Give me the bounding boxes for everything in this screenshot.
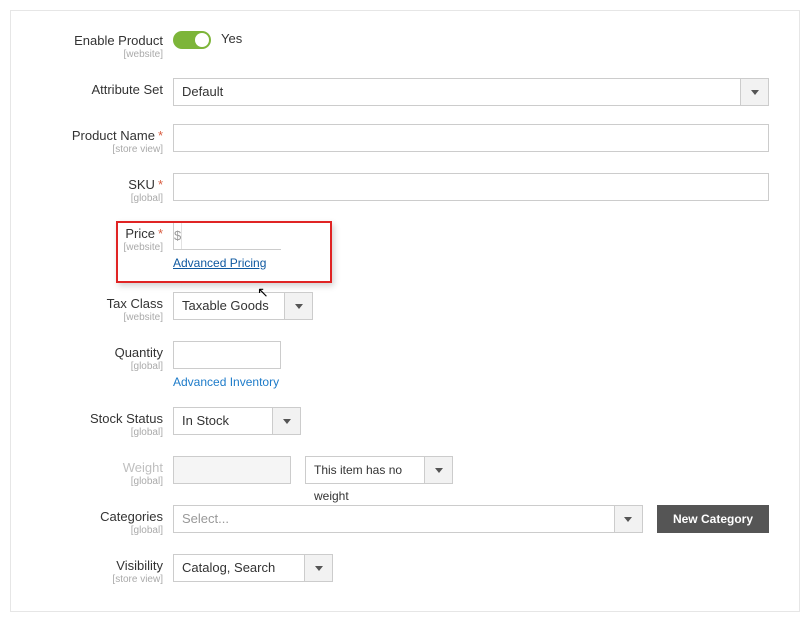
price-field[interactable] [182,223,362,249]
tax-class-dropdown-button[interactable] [284,293,312,319]
tax-class-select[interactable]: Taxable Goods [173,292,313,320]
price-label: Price [125,226,155,241]
tax-class-value: Taxable Goods [174,293,284,319]
categories-select[interactable]: Select... [173,505,643,533]
stock-status-label: Stock Status [41,411,163,426]
chevron-down-icon [295,304,303,309]
new-category-button[interactable]: New Category [657,505,769,533]
price-input[interactable]: $ [173,222,281,250]
attribute-set-dropdown-button[interactable] [740,79,768,105]
weight-option-dropdown-button[interactable] [424,457,452,483]
sku-label: SKU [128,177,155,192]
categories-scope: [global] [41,525,163,536]
quantity-scope: [global] [41,361,163,372]
price-scope: [website] [41,242,163,253]
tax-class-scope: [website] [41,312,163,323]
sku-input[interactable] [173,173,769,201]
attribute-set-value: Default [174,79,740,105]
advanced-pricing-link[interactable]: Advanced Pricing [173,256,769,270]
categories-placeholder: Select... [174,506,614,532]
visibility-label: Visibility [41,558,163,573]
categories-dropdown-button[interactable] [614,506,642,532]
chevron-down-icon [283,419,291,424]
visibility-value: Catalog, Search [174,555,304,581]
weight-option-value: This item has no weight [306,457,424,483]
attribute-set-select[interactable]: Default [173,78,769,106]
stock-status-scope: [global] [41,427,163,438]
visibility-select[interactable]: Catalog, Search [173,554,333,582]
attribute-set-label: Attribute Set [41,82,163,97]
required-icon: * [158,177,163,192]
sku-scope: [global] [41,193,163,204]
weight-input[interactable]: lbs [173,456,291,484]
enable-product-value: Yes [221,29,242,49]
categories-label: Categories [41,509,163,524]
enable-product-toggle[interactable] [173,31,211,49]
quantity-input[interactable] [173,341,281,369]
chevron-down-icon [435,468,443,473]
required-icon: * [158,226,163,241]
required-icon: * [158,128,163,143]
product-name-label: Product Name [72,128,155,143]
weight-option-select[interactable]: This item has no weight [305,456,453,484]
enable-product-label: Enable Product [41,33,163,48]
weight-label: Weight [41,460,163,475]
stock-status-value: In Stock [174,408,272,434]
product-name-input[interactable] [173,124,769,152]
visibility-dropdown-button[interactable] [304,555,332,581]
visibility-scope: [store view] [41,574,163,585]
product-name-scope: [store view] [41,144,163,155]
weight-scope: [global] [41,476,163,487]
quantity-label: Quantity [41,345,163,360]
tax-class-label: Tax Class [41,296,163,311]
advanced-inventory-link[interactable]: Advanced Inventory [173,375,769,389]
stock-status-dropdown-button[interactable] [272,408,300,434]
enable-product-scope: [website] [41,49,163,60]
currency-symbol: $ [174,223,182,249]
chevron-down-icon [624,517,632,522]
stock-status-select[interactable]: In Stock [173,407,301,435]
chevron-down-icon [751,90,759,95]
chevron-down-icon [315,566,323,571]
